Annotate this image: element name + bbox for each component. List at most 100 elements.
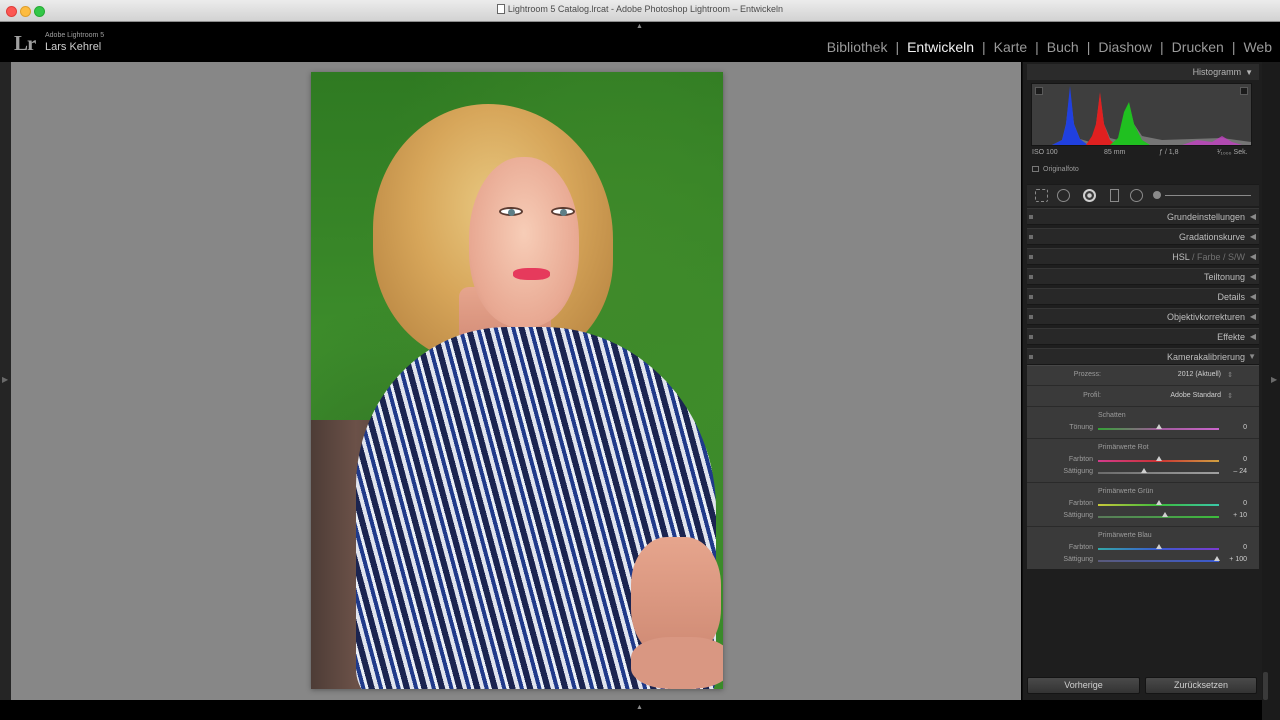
expand-triangle-icon[interactable]: ◀ [1250, 292, 1256, 301]
section-grundeinstellungen[interactable]: Grundeinstellungen ◀ [1027, 208, 1259, 225]
expand-triangle-icon[interactable]: ◀ [1250, 332, 1256, 341]
section-label: Teiltonung [1203, 272, 1245, 282]
previous-button[interactable]: Vorherige [1027, 677, 1140, 694]
section-gradationskurve[interactable]: Gradationskurve ◀ [1027, 228, 1259, 245]
section-hsl[interactable]: HSL / Farbe / S/W ◀ [1027, 248, 1259, 265]
exif-info: ISO 100 85 mm ƒ / 1,8 ¹⁄₁₀₀₀ Sek. [1031, 149, 1252, 159]
reset-button[interactable]: Zurücksetzen [1145, 677, 1257, 694]
spot-removal-icon[interactable] [1057, 189, 1070, 202]
panel-switch-icon[interactable] [1029, 315, 1033, 319]
original-photo-label: Originalfoto [1043, 166, 1079, 173]
section-details[interactable]: Details ◀ [1027, 288, 1259, 305]
left-panel-toggle-icon[interactable]: ▶ [2, 375, 8, 384]
module-buch[interactable]: Buch [1047, 39, 1079, 55]
expand-triangle-icon[interactable]: ◀ [1250, 312, 1256, 321]
expand-triangle-icon[interactable]: ◀ [1250, 232, 1256, 241]
module-separator: | [982, 39, 986, 55]
slider-thumb[interactable] [1213, 556, 1220, 561]
app-name: Adobe Lightroom 5 [45, 32, 105, 39]
right-panel-edge[interactable] [1262, 62, 1280, 720]
panel-scrollbar[interactable] [1263, 672, 1268, 700]
module-karte[interactable]: Karte [994, 39, 1027, 55]
module-diashow[interactable]: Diashow [1098, 39, 1152, 55]
blue-hue-value[interactable]: 0 [1243, 544, 1247, 551]
select-arrows-icon[interactable]: ⇕ [1227, 392, 1233, 400]
green-hue-slider[interactable] [1098, 500, 1219, 506]
slider-thumb[interactable] [1155, 424, 1162, 429]
panel-switch-icon[interactable] [1029, 335, 1033, 339]
module-drucken[interactable]: Drucken [1172, 39, 1224, 55]
crop-tool-icon[interactable] [1035, 189, 1048, 202]
tab-hsl[interactable]: HSL [1172, 252, 1189, 262]
blue-saturation-value[interactable]: + 100 [1229, 556, 1247, 563]
section-label: Effekte [1217, 332, 1245, 342]
tab-separator: / [1220, 252, 1228, 262]
panel-switch-icon[interactable] [1029, 295, 1033, 299]
highlight-clipping-indicator[interactable] [1240, 87, 1248, 95]
adjustment-brush-icon[interactable] [1153, 191, 1251, 199]
graduated-filter-icon[interactable] [1110, 189, 1119, 202]
checkbox-icon[interactable] [1032, 166, 1039, 172]
expand-triangle-icon[interactable]: ◀ [1250, 252, 1256, 261]
process-select[interactable]: 2012 (Aktuell) [1178, 371, 1221, 378]
histogram-header[interactable]: Histogramm ▼ [1027, 64, 1259, 80]
panel-switch-icon[interactable] [1029, 215, 1033, 219]
tab-farbe[interactable]: Farbe [1197, 252, 1221, 262]
red-saturation-value[interactable]: – 24 [1233, 468, 1247, 475]
expand-triangle-icon[interactable]: ◀ [1250, 212, 1256, 221]
right-panel-toggle-icon[interactable]: ▶ [1271, 375, 1277, 384]
module-bibliothek[interactable]: Bibliothek [827, 39, 888, 55]
blue-saturation-slider[interactable] [1098, 556, 1220, 562]
green-saturation-value[interactable]: + 10 [1233, 512, 1247, 519]
red-eye-icon[interactable] [1083, 189, 1096, 202]
shadows-tint-label: Tönung [1069, 424, 1093, 431]
section-teiltonung[interactable]: Teiltonung ◀ [1027, 268, 1259, 285]
radial-filter-icon[interactable] [1130, 189, 1143, 202]
slider-thumb[interactable] [1155, 544, 1162, 549]
green-hue-value[interactable]: 0 [1243, 500, 1247, 507]
module-web[interactable]: Web [1243, 39, 1272, 55]
red-saturation-slider[interactable] [1098, 468, 1219, 474]
collapse-triangle-icon[interactable]: ▼ [1245, 68, 1253, 77]
section-effekte[interactable]: Effekte ◀ [1027, 328, 1259, 345]
shadows-title: Schatten [1098, 412, 1126, 419]
module-separator: | [1035, 39, 1039, 55]
module-picker: Bibliothek | Entwickeln | Karte | Buch | Dia… [827, 39, 1272, 55]
histogram[interactable] [1031, 83, 1252, 146]
red-hue-label: Farbton [1068, 456, 1093, 463]
slider-thumb[interactable] [1140, 468, 1147, 473]
top-panel-toggle-icon[interactable]: ▲ [636, 23, 643, 30]
original-photo-toggle[interactable]: Originalfoto [1032, 166, 1079, 176]
shadow-clipping-indicator[interactable] [1035, 87, 1043, 95]
module-entwickeln[interactable]: Entwickeln [907, 39, 974, 55]
slider-thumb[interactable] [1155, 456, 1162, 461]
collapse-triangle-icon[interactable]: ▼ [1248, 352, 1256, 361]
select-arrows-icon[interactable]: ⇕ [1227, 371, 1233, 379]
exif-shutter: ¹⁄₁₀₀₀ Sek. [1217, 149, 1248, 156]
photo-preview[interactable] [311, 72, 723, 689]
green-saturation-slider[interactable] [1098, 512, 1219, 518]
image-canvas[interactable] [11, 62, 1021, 700]
section-objektivkorrekturen[interactable]: Objektivkorrekturen ◀ [1027, 308, 1259, 325]
exif-iso: ISO 100 [1032, 149, 1058, 156]
red-hue-slider[interactable] [1098, 456, 1219, 462]
expand-triangle-icon[interactable]: ◀ [1250, 272, 1256, 281]
profile-select[interactable]: Adobe Standard [1170, 392, 1221, 399]
red-hue-value[interactable]: 0 [1243, 456, 1247, 463]
section-kamerakalibrierung[interactable]: Kamerakalibrierung ▼ [1027, 348, 1259, 365]
profile-label: Profil: [1083, 392, 1101, 399]
panel-switch-icon[interactable] [1029, 355, 1033, 359]
panel-switch-icon[interactable] [1029, 255, 1033, 259]
blue-hue-slider[interactable] [1098, 544, 1219, 550]
filmstrip-toggle-icon[interactable]: ▲ [636, 704, 643, 711]
tab-sw[interactable]: S/W [1228, 252, 1245, 262]
section-label: Details [1217, 292, 1245, 302]
exif-focal: 85 mm [1104, 149, 1126, 156]
panel-switch-icon[interactable] [1029, 275, 1033, 279]
window-title: Lightroom 5 Catalog.lrcat - Adobe Photos… [0, 4, 1280, 14]
slider-thumb[interactable] [1161, 512, 1168, 517]
slider-thumb[interactable] [1155, 500, 1162, 505]
shadows-tint-slider[interactable] [1098, 424, 1219, 430]
panel-switch-icon[interactable] [1029, 235, 1033, 239]
shadows-tint-value[interactable]: 0 [1243, 424, 1247, 431]
